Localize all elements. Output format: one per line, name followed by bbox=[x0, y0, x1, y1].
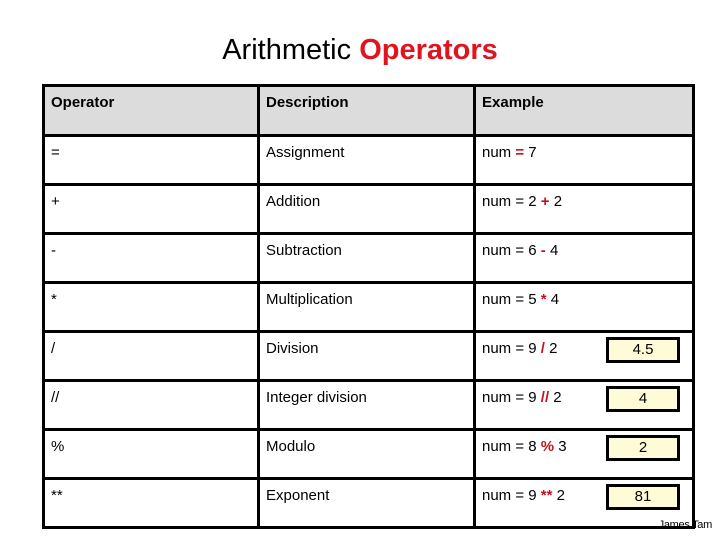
table-row: / Division num = 9 / 2 4.5 bbox=[42, 330, 695, 382]
example-right: 2 bbox=[549, 193, 563, 210]
example-left: num = 9 bbox=[482, 487, 541, 504]
header-operator: Operator bbox=[42, 84, 260, 137]
table-row: + Addition num = 2 + 2 bbox=[42, 183, 695, 235]
example-operator: ** bbox=[540, 487, 553, 504]
example-left: num bbox=[482, 144, 516, 161]
description-cell: Multiplication bbox=[257, 281, 476, 333]
title-accent: Operators bbox=[359, 34, 498, 66]
table-row: * Multiplication num = 5 * 4 bbox=[42, 281, 695, 333]
operator-cell: = bbox=[42, 134, 260, 186]
description-cell: Division bbox=[257, 330, 476, 382]
example-left: num = 9 bbox=[482, 389, 541, 406]
example-cell: num = 2 + 2 bbox=[473, 183, 695, 235]
example-right: 7 bbox=[524, 144, 537, 161]
operator-cell: * bbox=[42, 281, 260, 333]
table-header-row: Operator Description Example bbox=[42, 84, 695, 137]
example-left: num = 5 bbox=[482, 291, 541, 308]
description-cell: Addition bbox=[257, 183, 476, 235]
example-cell: num = 8 % 3 2 bbox=[473, 428, 695, 480]
example-operator: = bbox=[515, 144, 525, 161]
operator-cell: % bbox=[42, 428, 260, 480]
result-box: 2 bbox=[606, 435, 680, 461]
result-box: 4 bbox=[606, 386, 680, 412]
example-cell: num = 5 * 4 bbox=[473, 281, 695, 333]
table-row: = Assignment num = 7 bbox=[42, 134, 695, 186]
example-right: 4 bbox=[546, 291, 560, 308]
example-cell: num = 9 // 2 4 bbox=[473, 379, 695, 431]
example-left: num = 2 bbox=[482, 193, 541, 210]
description-cell: Integer division bbox=[257, 379, 476, 431]
title-prefix: Arithmetic bbox=[222, 34, 352, 66]
result-box: 4.5 bbox=[606, 337, 680, 363]
example-left: num = 8 bbox=[482, 438, 541, 455]
author-credit: James Tam bbox=[658, 519, 713, 531]
example-operator: // bbox=[540, 389, 550, 406]
operator-cell: + bbox=[42, 183, 260, 235]
example-left: num = 9 bbox=[482, 340, 541, 357]
example-operator: % bbox=[540, 438, 555, 455]
operator-cell: ** bbox=[42, 477, 260, 529]
result-box: 81 bbox=[606, 484, 680, 510]
description-cell: Subtraction bbox=[257, 232, 476, 284]
example-right: 4 bbox=[545, 242, 559, 259]
table-row: ** Exponent num = 9 ** 2 81 bbox=[42, 477, 695, 529]
description-cell: Modulo bbox=[257, 428, 476, 480]
example-right: 3 bbox=[554, 438, 567, 455]
page-title: Arithmetic Operators bbox=[0, 30, 720, 70]
operators-table: Operator Description Example = Assignment… bbox=[42, 84, 695, 529]
example-right: 2 bbox=[552, 487, 565, 504]
example-cell: num = 7 bbox=[473, 134, 695, 186]
operator-cell: // bbox=[42, 379, 260, 431]
example-operator: + bbox=[540, 193, 550, 210]
table-row: //Integer division num = 9 // 24 bbox=[42, 379, 695, 431]
description-cell: Assignment bbox=[257, 134, 476, 186]
table-row: % Modulo num = 8 % 32 bbox=[42, 428, 695, 480]
table-row: - Subtraction num = 6 - 4 bbox=[42, 232, 695, 284]
description-cell: Exponent bbox=[257, 477, 476, 529]
operator-cell: / bbox=[42, 330, 260, 382]
example-cell: num = 6 - 4 bbox=[473, 232, 695, 284]
example-cell: num = 9 / 2 4.5 bbox=[473, 330, 695, 382]
operator-cell: - bbox=[42, 232, 260, 284]
example-right: 2 bbox=[544, 340, 558, 357]
example-right: 2 bbox=[549, 389, 562, 406]
example-left: num = 6 bbox=[482, 242, 541, 259]
header-example: Example bbox=[473, 84, 695, 137]
header-description: Description bbox=[257, 84, 476, 137]
